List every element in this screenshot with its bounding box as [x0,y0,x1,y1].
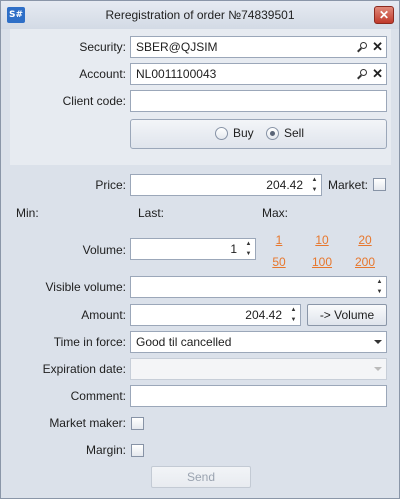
price-value: 204.42 [266,178,303,192]
amount-value: 204.42 [245,308,282,322]
time-in-force-label: Time in force: [53,335,126,349]
search-icon[interactable] [357,42,368,52]
time-in-force-select[interactable]: Good til cancelled [130,331,387,353]
comment-field[interactable] [130,385,387,407]
visible-volume-label: Visible volume: [45,280,126,294]
volume-spinner[interactable]: ▲ ▼ [244,240,253,258]
time-in-force-value: Good til cancelled [136,335,232,349]
account-field[interactable]: NL0011100043 ✕ [130,63,387,85]
spin-down-icon[interactable]: ▼ [291,316,297,324]
margin-label: Margin: [85,443,126,457]
to-volume-button[interactable]: -> Volume [307,304,387,326]
chevron-down-icon[interactable] [374,367,382,371]
account-label: Account: [79,67,126,81]
account-value: NL0011100043 [136,67,217,81]
price-label: Price: [95,178,126,192]
spin-up-icon[interactable]: ▲ [377,278,383,286]
window-title: Reregistration of order №74839501 [105,8,295,22]
sell-option[interactable]: Sell [266,126,304,140]
visible-volume-field[interactable]: ▲ ▼ [130,276,387,298]
spin-down-icon[interactable]: ▼ [377,288,383,296]
market-label: Market: [328,178,369,192]
volume-field[interactable]: 1 ▲ ▼ [130,238,256,260]
buy-label: Buy [233,126,254,140]
order-window: S# Reregistration of order №74839501 ✕ S… [0,0,400,499]
buy-radio[interactable] [215,126,228,140]
quick-volume-200[interactable]: 200 [350,254,380,270]
quick-volume-1[interactable]: 1 [264,232,294,248]
spin-down-icon[interactable]: ▼ [246,250,252,258]
margin-checkbox[interactable] [131,444,144,457]
spin-up-icon[interactable]: ▲ [291,306,297,314]
close-button[interactable]: ✕ [374,6,394,24]
sell-radio[interactable] [266,126,279,140]
expiration-date-label: Expiration date: [42,362,126,376]
quick-volume-100[interactable]: 100 [307,254,337,270]
send-button[interactable]: Send [151,466,251,488]
side-selector: Buy Sell [130,119,387,149]
title-bar[interactable]: S# Reregistration of order №74839501 ✕ [1,1,399,29]
max-label: Max: [262,206,289,220]
spin-down-icon[interactable]: ▼ [312,186,318,194]
market-maker-checkbox[interactable] [131,417,144,430]
clear-icon[interactable]: ✕ [372,64,383,84]
expiration-date-select[interactable] [130,358,387,380]
volume-value: 1 [230,242,237,256]
sell-label: Sell [284,126,305,140]
client-code-label: Client code: [62,94,126,108]
market-maker-label: Market maker: [49,416,126,430]
price-spinner[interactable]: ▲ ▼ [310,176,319,194]
security-label: Security: [79,40,126,54]
client-code-field[interactable] [130,90,387,112]
quick-volume-50[interactable]: 50 [264,254,294,270]
quick-volume-10[interactable]: 10 [307,232,337,248]
last-label: Last: [138,206,165,220]
quick-volume-20[interactable]: 20 [350,232,380,248]
app-logo-icon: S# [7,7,25,23]
security-field[interactable]: SBER@QJSIM ✕ [130,36,387,58]
chevron-down-icon[interactable] [374,340,382,344]
comment-label: Comment: [70,389,126,403]
spin-up-icon[interactable]: ▲ [246,240,252,248]
min-label: Min: [16,206,39,220]
spin-up-icon[interactable]: ▲ [312,176,318,184]
amount-label: Amount: [81,308,126,322]
clear-icon[interactable]: ✕ [372,37,383,57]
market-checkbox[interactable] [373,178,386,191]
amount-field[interactable]: 204.42 ▲ ▼ [130,304,301,326]
visible-volume-spinner[interactable]: ▲ ▼ [375,278,384,296]
buy-option[interactable]: Buy [215,126,254,140]
search-icon[interactable] [357,69,368,79]
price-field[interactable]: 204.42 ▲ ▼ [130,174,322,196]
volume-label: Volume: [82,243,126,257]
security-value: SBER@QJSIM [136,40,218,54]
amount-spinner[interactable]: ▲ ▼ [289,306,298,324]
